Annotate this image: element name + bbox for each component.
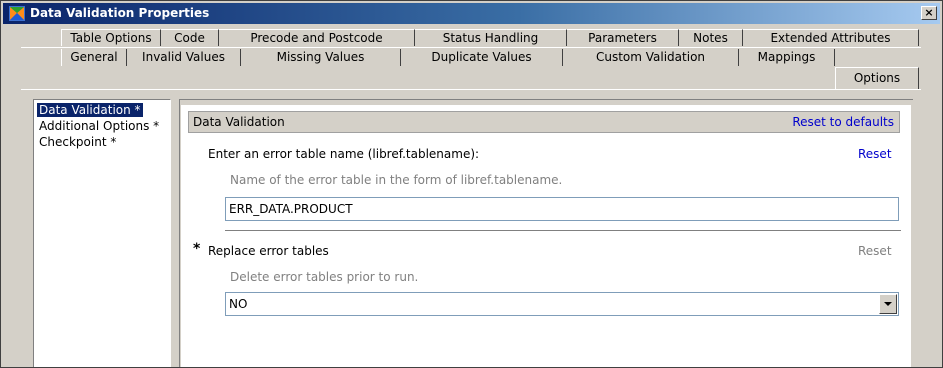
options-content: Data Validation Reset to defaults Enter … (181, 105, 911, 367)
tab-custom-validation[interactable]: Custom Validation (563, 49, 739, 66)
error-table-reset-link[interactable]: Reset (858, 147, 892, 161)
error-table-label: Enter an error table name (libref.tablen… (208, 147, 480, 161)
chevron-down-icon[interactable] (879, 294, 897, 314)
replace-tables-label: Replace error tables (208, 244, 329, 258)
tab-extended-attributes[interactable]: Extended Attributes (743, 29, 919, 46)
tab-status-handling[interactable]: Status Handling (415, 29, 567, 46)
close-button[interactable]: × (921, 6, 937, 20)
required-marker: * (193, 241, 201, 257)
tab-parameters[interactable]: Parameters (567, 29, 679, 46)
replace-tables-value: NO (229, 297, 248, 311)
replace-tables-description: Delete error tables prior to run. (230, 270, 419, 284)
tab-invalid-values[interactable]: Invalid Values (127, 49, 241, 66)
replace-tables-select[interactable]: NO (225, 292, 899, 316)
tab-code[interactable]: Code (161, 29, 219, 46)
option-group-list[interactable]: Data Validation * Additional Options * C… (33, 99, 171, 367)
section-title: Data Validation (193, 115, 285, 129)
list-item-checkpoint[interactable]: Checkpoint * (37, 135, 118, 149)
tab-row-divider (21, 47, 921, 48)
list-item-additional-options[interactable]: Additional Options * (37, 119, 161, 133)
dialog-window: Data Validation Properties × Table Optio… (0, 0, 943, 368)
tab-options[interactable]: Options (835, 67, 919, 89)
tab-table-options[interactable]: Table Options (61, 29, 161, 46)
tab-duplicate-values[interactable]: Duplicate Values (401, 49, 563, 66)
tab-general[interactable]: General (61, 49, 127, 66)
data-validation-icon (9, 6, 25, 21)
tab-mappings[interactable]: Mappings (739, 49, 835, 66)
error-table-input[interactable]: ERR_DATA.PRODUCT (225, 197, 899, 221)
tab-missing-values[interactable]: Missing Values (241, 49, 401, 66)
list-item-data-validation[interactable]: Data Validation * (37, 103, 143, 117)
window-title: Data Validation Properties (30, 6, 210, 20)
tab-precode-postcode[interactable]: Precode and Postcode (219, 29, 415, 46)
replace-tables-reset-link[interactable]: Reset (858, 244, 892, 258)
reset-to-defaults-link[interactable]: Reset to defaults (792, 115, 894, 129)
tab-notes[interactable]: Notes (679, 29, 743, 46)
field-divider (225, 230, 901, 231)
section-header: Data Validation Reset to defaults (188, 111, 900, 133)
error-table-description: Name of the error table in the form of l… (230, 173, 563, 187)
title-bar[interactable]: Data Validation Properties × (3, 3, 940, 24)
tab-content-border (21, 89, 921, 90)
